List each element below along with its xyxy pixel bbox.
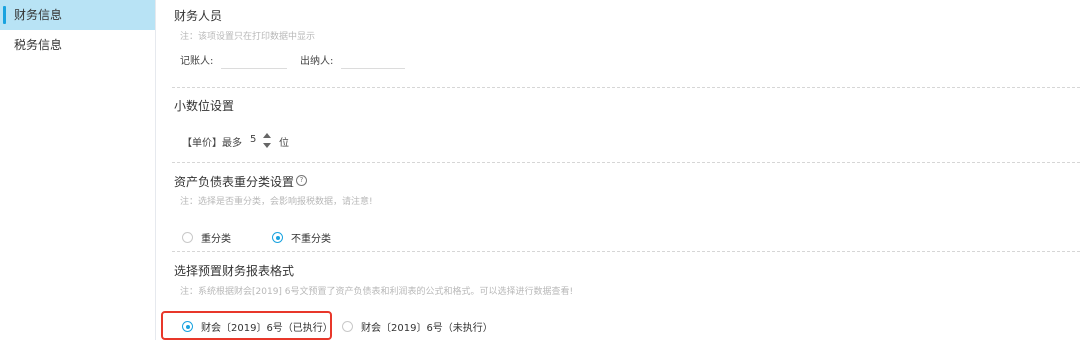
cashier-input[interactable] — [341, 68, 405, 69]
divider — [172, 251, 1080, 252]
radio-label: 不重分类 — [291, 234, 331, 245]
radio-label: 财会〔2019〕6号（未执行） — [361, 323, 493, 334]
radio-circle — [342, 321, 353, 332]
sidebar-item-finance-info[interactable]: 财务信息 — [0, 0, 155, 30]
sidebar-item-tax-info[interactable]: 税务信息 — [0, 30, 155, 60]
bookkeeper-label: 记账人: — [180, 56, 214, 67]
unit-price-label: 【单价】最多 — [182, 138, 242, 149]
finance-staff-note: 注：该项设置只在打印数据中显示 — [180, 32, 316, 42]
decimal-stepper-value[interactable]: 5 — [250, 134, 256, 145]
decimal-stepper[interactable] — [261, 131, 273, 151]
radio-format-not-executed[interactable]: 财会〔2019〕6号（未执行） — [342, 319, 493, 334]
stepper-up-icon[interactable] — [263, 133, 271, 138]
sidebar: 财务信息 税务信息 — [0, 0, 156, 340]
main-content: 财务人员 注：该项设置只在打印数据中显示 记账人: 出纳人: 小数位设置 【单价… — [172, 0, 1080, 340]
help-icon[interactable]: ? — [296, 175, 307, 186]
report-format-title: 选择预置财务报表格式 — [174, 264, 295, 278]
cashier-label: 出纳人: — [300, 56, 334, 67]
report-format-note: 注：系统根据财会[2019] 6号文预置了资产负债表和利润表的公式和格式。可以选… — [180, 287, 574, 297]
divider — [172, 87, 1080, 88]
radio-label: 重分类 — [201, 234, 231, 245]
balance-sheet-title: 资产负债表重分类设置 — [174, 175, 295, 189]
finance-staff-title: 财务人员 — [174, 9, 223, 23]
sidebar-item-label: 财务信息 — [14, 8, 63, 22]
balance-sheet-note: 注：选择是否重分类，会影响报税数据，请注意! — [180, 197, 373, 207]
bookkeeper-input[interactable] — [221, 68, 287, 69]
radio-circle — [182, 232, 193, 243]
divider — [172, 162, 1080, 163]
stepper-down-icon[interactable] — [263, 143, 271, 148]
radio-no-reclassify[interactable]: 不重分类 — [272, 230, 331, 245]
decimal-suffix: 位 — [279, 138, 289, 149]
sidebar-item-label: 税务信息 — [14, 38, 63, 52]
decimal-title: 小数位设置 — [174, 99, 235, 113]
radio-reclassify[interactable]: 重分类 — [182, 230, 231, 245]
highlight-box — [161, 311, 332, 340]
radio-circle — [272, 232, 283, 243]
